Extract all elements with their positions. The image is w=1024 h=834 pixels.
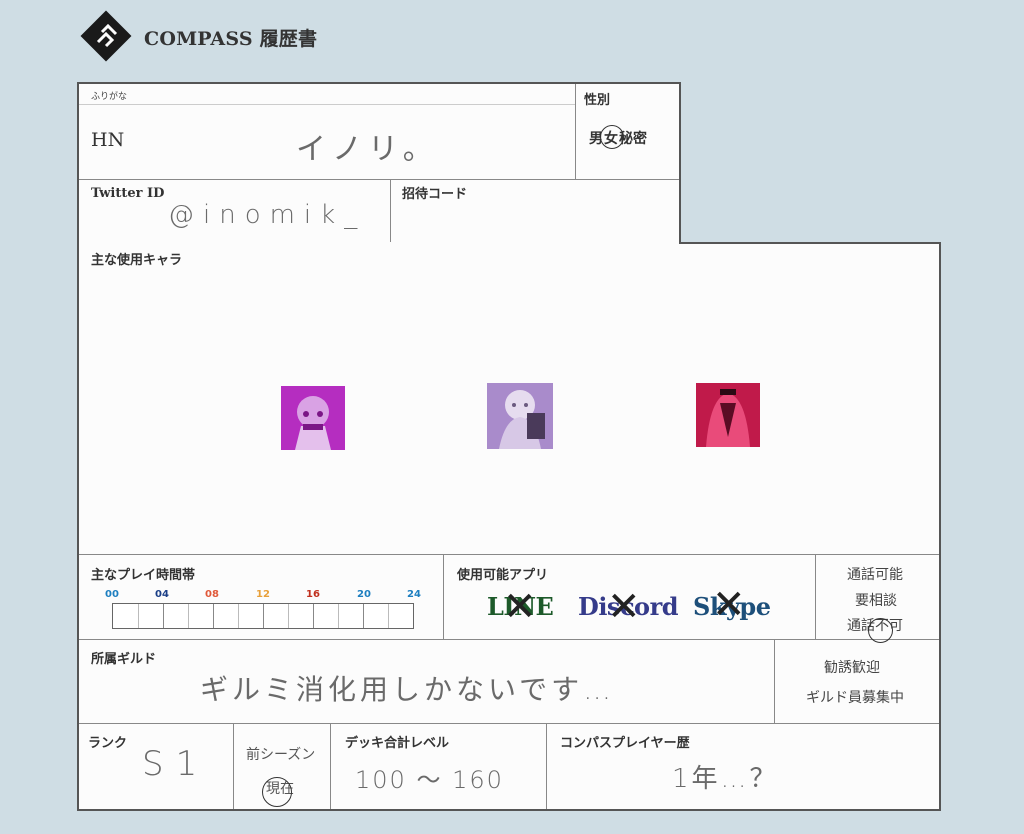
time-cell-divider (138, 604, 139, 628)
cross-mark: ✕ (712, 582, 746, 628)
guild-value[interactable]: ギルミ消化用しかないです… (200, 668, 615, 708)
form-main-section (77, 242, 941, 811)
time-cell-divider (213, 604, 214, 628)
cross-mark: ✕ (503, 584, 537, 630)
time-tick-label: 08 (205, 589, 219, 600)
cross-mark: ✕ (607, 584, 641, 630)
character-1-icon (281, 386, 345, 450)
rank-label: ランク (88, 736, 128, 751)
apps-label: 使用可能アプリ (457, 568, 549, 583)
furigana-label: ふりがな (91, 92, 128, 102)
hn-value[interactable]: イノリ。 (296, 124, 439, 168)
player-history-label: コンパスプレイヤー歴 (560, 736, 690, 751)
playtime-grid[interactable] (112, 603, 414, 629)
selected-circle-mark (262, 777, 292, 807)
guild-option-members-wanted[interactable]: ギルド員募集中 (806, 687, 904, 707)
time-cell-divider (188, 604, 189, 628)
selected-circle-mark (868, 618, 893, 643)
time-cell-divider (163, 604, 164, 628)
time-cell-divider (388, 604, 389, 628)
call-option-consult[interactable]: 要相談 (855, 590, 897, 610)
compass-logo-icon (78, 8, 134, 64)
character-3-icon (696, 383, 760, 447)
time-cell-divider (338, 604, 339, 628)
time-cell-divider (288, 604, 289, 628)
invite-code-label: 招待コード (402, 187, 468, 202)
deck-level-value[interactable]: 100 〜 160 (355, 760, 504, 795)
time-tick-label: 12 (256, 589, 270, 600)
time-cell-divider (313, 604, 314, 628)
rank-value[interactable]: S1 (142, 744, 209, 784)
guild-label: 所属ギルド (91, 652, 157, 667)
time-cell-divider (238, 604, 239, 628)
deck-level-label: デッキ合計レベル (345, 736, 450, 751)
characters-label: 主な使用キャラ (91, 253, 183, 268)
gender-option-female[interactable]: 女 (600, 125, 624, 149)
time-cell-divider (263, 604, 264, 628)
call-option-available[interactable]: 通話可能 (847, 564, 903, 584)
time-tick-label: 20 (357, 589, 371, 600)
season-option-previous[interactable]: 前シーズン (246, 744, 315, 764)
gender-label: 性別 (584, 93, 611, 108)
guild-option-recruit-welcome[interactable]: 勧誘歓迎 (824, 657, 880, 677)
time-tick-label: 00 (105, 589, 119, 600)
time-tick-label: 24 (407, 589, 421, 600)
playtime-label: 主なプレイ時間帯 (91, 568, 196, 583)
twitter-label: Twitter ID (91, 186, 165, 201)
twitter-value[interactable]: @inomik_ (168, 200, 366, 230)
time-cell-divider (363, 604, 364, 628)
page-title: COMPASS 履歴書 (144, 28, 318, 50)
selected-circle-mark (600, 125, 624, 149)
hn-label: HN (91, 129, 125, 151)
gender-options[interactable]: 男女秘密 (589, 125, 647, 149)
time-tick-label: 04 (155, 589, 169, 600)
player-history-value[interactable]: 1年…？ (672, 758, 779, 795)
time-tick-label: 16 (306, 589, 320, 600)
character-2-icon (487, 383, 553, 449)
